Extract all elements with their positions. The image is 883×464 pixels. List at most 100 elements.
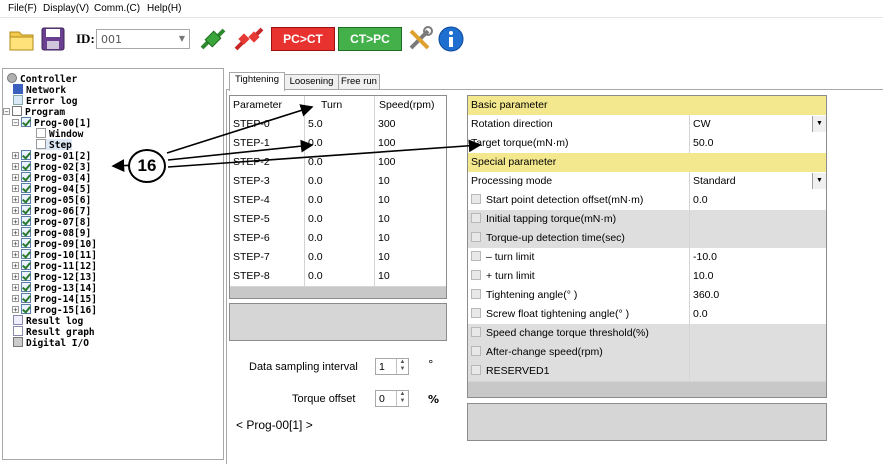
checkbox[interactable] [471, 194, 481, 204]
open-folder-icon[interactable] [8, 26, 36, 52]
tree-item-digital-io[interactable]: Digital I/O [13, 337, 89, 349]
checkbox-checked-icon[interactable] [21, 271, 31, 281]
menu-file[interactable]: File(F) [8, 3, 37, 14]
info-icon[interactable] [437, 26, 465, 52]
checkbox-checked-icon[interactable] [21, 216, 31, 226]
table-row[interactable]: STEP-1 0.0 100 [230, 134, 446, 154]
checkbox-checked-icon[interactable] [21, 304, 31, 314]
collapse-icon[interactable]: − [3, 108, 10, 116]
collapse-icon[interactable]: − [12, 119, 19, 127]
tree-item-prog[interactable]: + Prog-10[11] [12, 249, 97, 261]
checkbox-checked-icon[interactable] [21, 282, 31, 292]
target-torque-field[interactable]: 50.0 [690, 134, 826, 153]
checkbox[interactable] [471, 346, 481, 356]
tree-item-result-log[interactable]: Result log [13, 315, 83, 327]
tab-tightening[interactable]: Tightening [229, 72, 285, 91]
checkbox-checked-icon[interactable] [21, 172, 31, 182]
tree-item-prog[interactable]: + Prog-05[6] [12, 194, 91, 206]
tree-item-prog[interactable]: + Prog-06[7] [12, 205, 91, 217]
tree-item-window[interactable]: Window [36, 128, 83, 140]
spin-arrows-icon[interactable]: ▲ ▼ [396, 391, 408, 406]
save-icon[interactable] [41, 26, 65, 52]
checkbox[interactable] [471, 232, 481, 242]
connect-icon[interactable] [198, 26, 228, 52]
tree-item-prog[interactable]: + Prog-11[12] [12, 260, 97, 272]
checkbox-checked-icon[interactable] [21, 205, 31, 215]
table-row[interactable]: STEP-2 0.0 100 [230, 153, 446, 173]
table-row[interactable]: STEP-4 0.0 10 [230, 191, 446, 211]
checkbox[interactable] [471, 308, 481, 318]
expand-icon[interactable]: + [12, 284, 19, 292]
checkbox-checked-icon[interactable] [21, 260, 31, 270]
tree-item-error-log[interactable]: Error log [13, 95, 77, 107]
checkbox[interactable] [471, 251, 481, 261]
menu-help[interactable]: Help(H) [147, 3, 181, 14]
sampling-interval-stepper[interactable]: 1 ▲ ▼ [375, 358, 409, 375]
checkbox-checked-icon[interactable] [21, 161, 31, 171]
checkbox-checked-icon[interactable] [21, 238, 31, 248]
checkbox[interactable] [471, 289, 481, 299]
expand-icon[interactable]: + [12, 163, 19, 171]
expand-icon[interactable]: + [12, 218, 19, 226]
id-select[interactable]: 001 ▼ [96, 29, 190, 49]
expand-icon[interactable]: + [12, 306, 19, 314]
expand-icon[interactable]: + [12, 273, 19, 281]
tree-item-program[interactable]: − Program [3, 106, 65, 118]
expand-icon[interactable]: + [12, 251, 19, 259]
table-row[interactable]: STEP-7 0.0 10 [230, 248, 446, 268]
menu-display[interactable]: Display(V) [43, 3, 89, 14]
tree-item-prog[interactable]: + Prog-02[3] [12, 161, 91, 173]
table-row[interactable]: STEP-8 0.0 10 [230, 267, 446, 287]
tree-item-prog[interactable]: + Prog-08[9] [12, 227, 91, 239]
ct-to-pc-button[interactable]: CT>PC [338, 27, 402, 51]
tree-item-prog[interactable]: + Prog-12[13] [12, 271, 97, 283]
table-row[interactable]: STEP-3 0.0 10 [230, 172, 446, 192]
tree-item-step[interactable]: Step [36, 139, 72, 151]
tab-loosening[interactable]: Loosening [283, 74, 340, 90]
chevron-down-icon[interactable]: ▼ [812, 116, 826, 132]
tree-item-network[interactable]: Network [13, 84, 66, 96]
spin-arrows-icon[interactable]: ▲ ▼ [396, 359, 408, 374]
tree-item-prog[interactable]: + Prog-15[16] [12, 304, 97, 316]
table-row[interactable]: STEP-0 5.0 300 [230, 115, 446, 135]
expand-icon[interactable]: + [12, 185, 19, 193]
tree-item-prog[interactable]: + Prog-09[10] [12, 238, 97, 250]
pc-to-ct-button[interactable]: PC>CT [271, 27, 335, 51]
checkbox-checked-icon[interactable] [21, 227, 31, 237]
checkbox-checked-icon[interactable] [21, 249, 31, 259]
tools-icon[interactable] [406, 26, 434, 52]
expand-icon[interactable]: + [12, 207, 19, 215]
checkbox[interactable] [471, 270, 481, 280]
expand-icon[interactable]: + [12, 152, 19, 160]
tree-item-prog[interactable]: + Prog-03[4] [12, 172, 91, 184]
tree-item-controller[interactable]: Controller [7, 73, 77, 85]
tree-item-prog[interactable]: + Prog-14[15] [12, 293, 97, 305]
checkbox-checked-icon[interactable] [21, 150, 31, 160]
tree-item-result-graph[interactable]: Result graph [13, 326, 95, 338]
menu-comm[interactable]: Comm.(C) [94, 3, 140, 14]
tab-free-run[interactable]: Free run [338, 74, 380, 90]
torque-offset-stepper[interactable]: 0 ▲ ▼ [375, 390, 409, 407]
checkbox-checked-icon[interactable] [21, 194, 31, 204]
tree-item-prog-00[interactable]: − Prog-00[1] [12, 117, 91, 129]
checkbox-checked-icon[interactable] [21, 183, 31, 193]
tree-item-prog[interactable]: + Prog-01[2] [12, 150, 91, 162]
expand-icon[interactable]: + [12, 174, 19, 182]
expand-icon[interactable]: + [12, 229, 19, 237]
expand-icon[interactable]: + [12, 262, 19, 270]
tree-item-prog[interactable]: + Prog-13[14] [12, 282, 97, 294]
tree-item-prog[interactable]: + Prog-04[5] [12, 183, 91, 195]
table-row[interactable]: STEP-5 0.0 10 [230, 210, 446, 230]
processing-mode-select[interactable]: Standard ▼ [690, 172, 826, 191]
program-navigator[interactable]: < Prog-00[1] > [236, 418, 313, 432]
rotation-direction-select[interactable]: CW ▼ [690, 115, 826, 134]
tree-item-prog[interactable]: + Prog-07[8] [12, 216, 91, 228]
expand-icon[interactable]: + [12, 196, 19, 204]
checkbox[interactable] [471, 213, 481, 223]
checkbox[interactable] [471, 365, 481, 375]
expand-icon[interactable]: + [12, 295, 19, 303]
checkbox[interactable] [471, 327, 481, 337]
disconnect-icon[interactable] [233, 26, 265, 52]
table-row[interactable]: STEP-6 0.0 10 [230, 229, 446, 249]
expand-icon[interactable]: + [12, 240, 19, 248]
